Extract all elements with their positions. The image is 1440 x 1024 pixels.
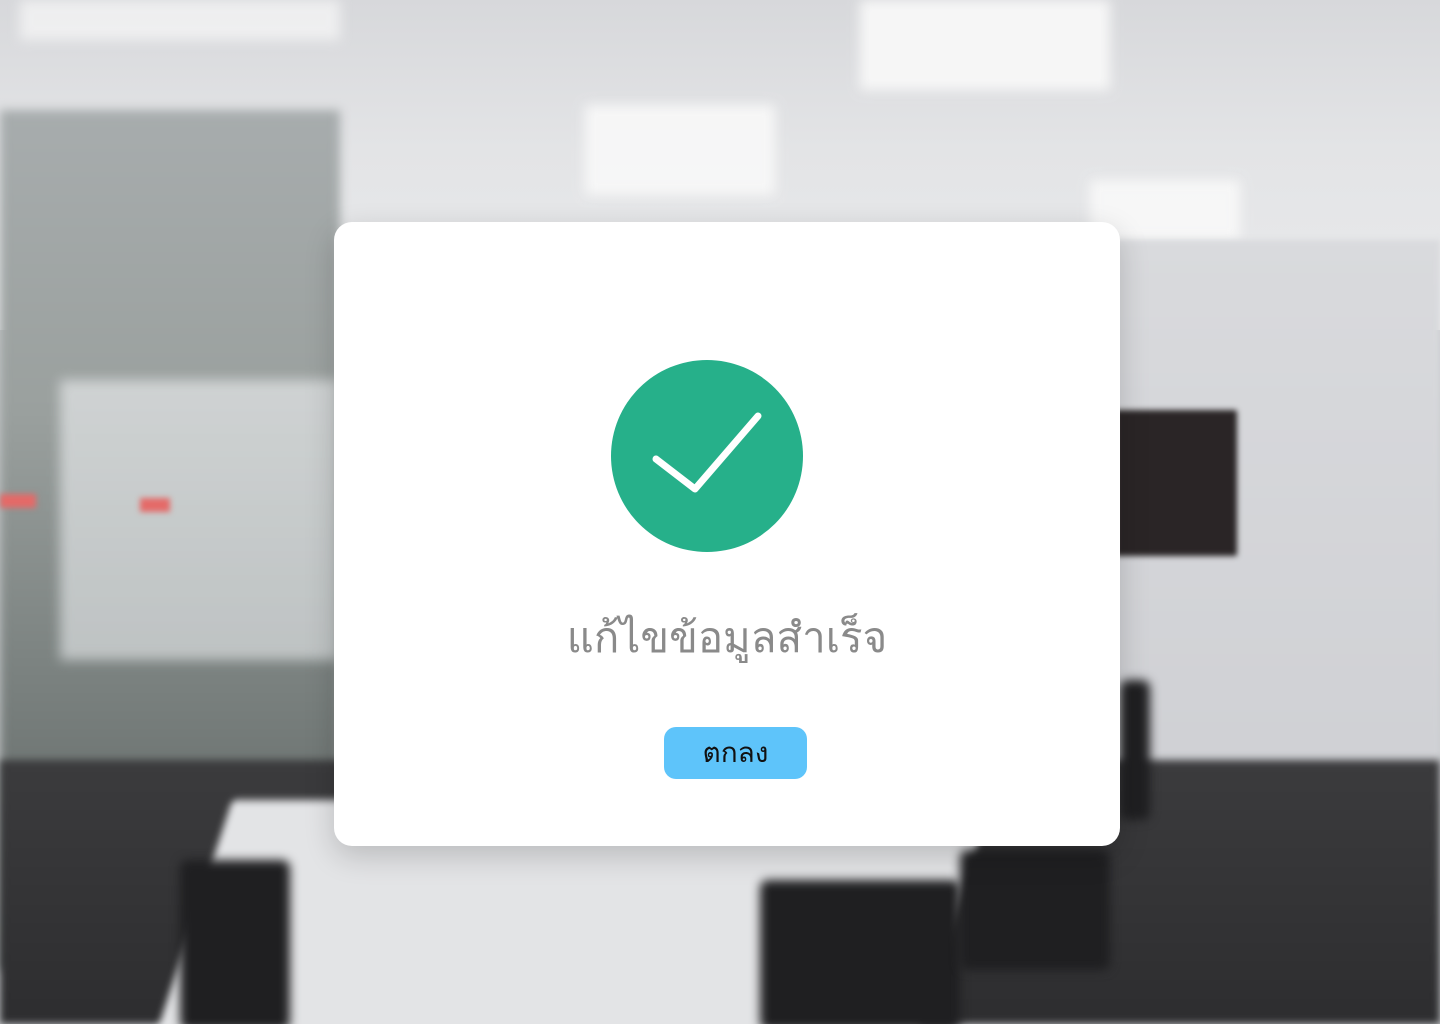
chair xyxy=(960,850,1110,970)
frosted-glass xyxy=(60,380,340,660)
ceiling-light xyxy=(585,105,775,195)
success-message: แก้ไขข้อมูลสำเร็จ xyxy=(566,613,888,662)
glass-marker xyxy=(0,494,36,508)
chair xyxy=(180,860,290,1024)
glass-marker xyxy=(140,498,170,512)
checkmark-icon xyxy=(652,412,762,493)
ceiling-light xyxy=(860,0,1110,90)
check-circle-icon xyxy=(611,360,803,552)
wall-tv xyxy=(1115,410,1237,556)
ceiling-light xyxy=(20,0,340,40)
success-dialog: แก้ไขข้อมูลสำเร็จ ตกลง xyxy=(334,222,1120,846)
ok-button[interactable]: ตกลง xyxy=(664,727,807,779)
chair xyxy=(760,880,960,1024)
chair xyxy=(1120,680,1150,820)
